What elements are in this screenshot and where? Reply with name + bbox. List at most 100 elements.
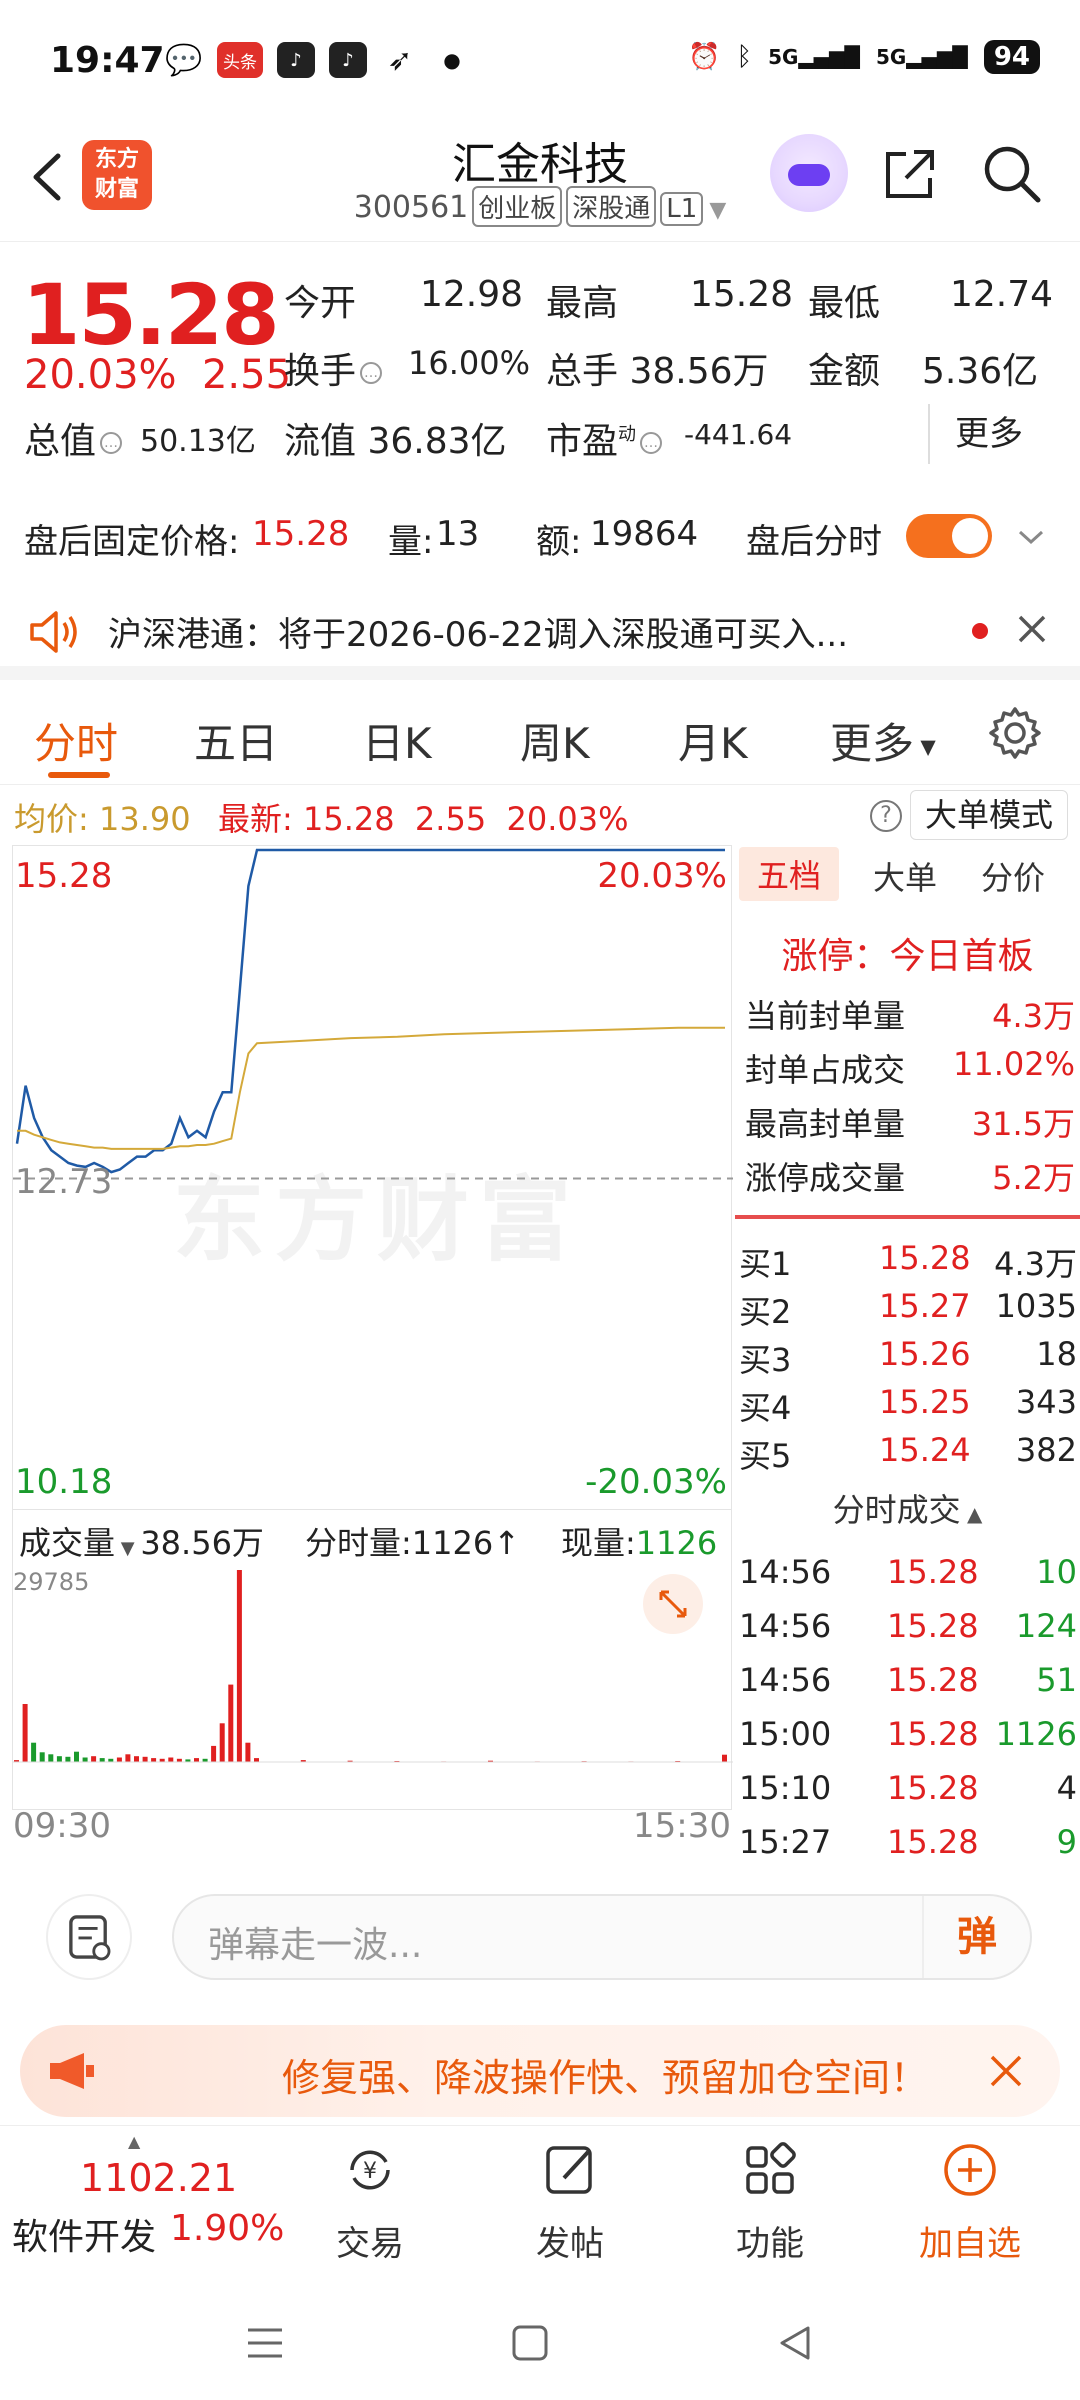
notice-bar[interactable]: 沪深港通：将于2026-06-22调入深股通可买入... <box>0 585 1080 680</box>
x-axis-start: 09:30 <box>13 1806 111 1846</box>
chevron-up-icon: ▲ <box>128 2132 141 2151</box>
promo-banner[interactable]: 修复强、降波操作快、预留加仓空间！ <box>20 2025 1060 2117</box>
tab-more[interactable]: 更多 ▼ <box>830 710 936 771</box>
timeshare-chart[interactable]: 东方财富 15.28 20.03% 12.73 10.18 -20.03% <box>12 845 733 1510</box>
divider <box>735 1215 1080 1219</box>
price-line <box>15 848 725 1174</box>
bid-label: 买5 <box>739 1437 792 1475</box>
volume-bar <box>194 1758 199 1762</box>
bid-qty: 343 <box>1015 1383 1077 1421</box>
low-value: 12.74 <box>950 274 1054 315</box>
gear-icon[interactable] <box>986 704 1044 762</box>
bid-row[interactable]: 买5 15.24 382 <box>739 1431 1077 1475</box>
info-icon[interactable]: … <box>100 432 123 454</box>
turnover-value: 16.00% <box>408 344 531 382</box>
ah-timeshare-label: 盘后分时 <box>746 522 882 562</box>
share-icon[interactable] <box>878 142 942 206</box>
tab-daily-k[interactable]: 日K <box>362 710 432 771</box>
seal-row: 最高封单量 31.5万 <box>745 1099 1075 1145</box>
bid-row[interactable]: 买3 15.26 18 <box>739 1335 1077 1379</box>
volume-value: 38.56万 <box>629 351 769 392</box>
volume-bar <box>142 1756 148 1762</box>
help-icon[interactable]: ? <box>870 800 902 832</box>
level-tag: L1 <box>660 192 704 226</box>
danmaku-settings-icon[interactable] <box>46 1894 132 1980</box>
grid-icon <box>746 2142 796 2194</box>
tick-time: 14:56 <box>739 1553 832 1591</box>
close-icon[interactable] <box>1014 611 1050 647</box>
volume-plot <box>13 1570 733 1763</box>
close-icon[interactable] <box>986 2051 1026 2091</box>
fixed-price-label: 盘后固定价格: <box>24 522 240 562</box>
chevron-down-icon[interactable] <box>1014 522 1048 552</box>
tick-price: 15.28 <box>887 1661 979 1699</box>
tab-big-orders[interactable]: 大单 <box>873 853 937 899</box>
battery-indicator: 94 <box>983 40 1040 74</box>
seal-value: 31.5万 <box>971 1105 1075 1143</box>
mcap-value: 50.13亿 <box>140 424 256 459</box>
tick-price: 15.28 <box>887 1823 979 1861</box>
turnover-stat: 换手… <box>284 342 383 394</box>
volume-bar <box>31 1742 37 1762</box>
info-icon[interactable]: … <box>360 362 383 384</box>
post-button[interactable]: 发帖 <box>500 2140 640 2265</box>
open-stat: 今开 <box>284 283 357 324</box>
volume-bar <box>48 1754 54 1762</box>
ticks-title[interactable]: 分时成交 ▲ <box>735 1485 1080 1531</box>
system-nav-bar <box>0 2280 1080 2400</box>
tick-row: 14:56 15.28 51 <box>739 1661 1077 1709</box>
seal-label: 最高封单量 <box>745 1105 906 1143</box>
volume-bar <box>116 1757 122 1762</box>
y-axis-mid-label: 12.73 <box>15 1162 113 1202</box>
plus-circle-icon <box>944 2144 996 2196</box>
bid-price: 15.27 <box>879 1287 971 1325</box>
volume-bar <box>228 1684 234 1762</box>
tick-price: 15.28 <box>887 1769 979 1807</box>
menu-icon[interactable] <box>240 2318 290 2368</box>
assistant-avatar[interactable] <box>770 134 848 212</box>
avg-value: 13.90 <box>98 800 191 838</box>
trade-button[interactable]: ¥ 交易 <box>300 2140 440 2265</box>
more-stats-button[interactable]: 更多 <box>928 404 1048 464</box>
latest-info: 最新: 15.28 2.55 20.03% <box>218 800 629 838</box>
bid-qty: 1035 <box>995 1287 1077 1325</box>
board-tag: 创业板 <box>472 186 563 227</box>
after-hours-toggle[interactable] <box>906 514 992 558</box>
stock-header: 东方财富 汇金科技 300561 创业板 深股通 L1 ▼ <box>0 120 1080 242</box>
x-axis-end: 15:30 <box>633 1806 731 1846</box>
mcap-stat: 总值… <box>24 412 123 464</box>
volume-chart[interactable]: 成交量 ▼ 38.56万 分时量:1126↑ 现量:1126 29785 09:… <box>12 1510 733 1846</box>
tab-timeshare[interactable]: 分时 <box>34 710 118 771</box>
functions-button[interactable]: 功能 <box>700 2140 840 2265</box>
home-icon[interactable] <box>505 2318 555 2368</box>
big-order-mode-button[interactable]: 大单模式 <box>910 790 1068 840</box>
danmaku-input[interactable]: 弹幕走一波... 弹 <box>172 1894 1032 1980</box>
speaker-icon <box>30 611 77 653</box>
bid-label: 买1 <box>739 1245 792 1283</box>
volume-bar <box>39 1752 45 1762</box>
bid-qty: 382 <box>1015 1431 1077 1469</box>
tab-five-levels[interactable]: 五档 <box>739 847 840 901</box>
info-icon[interactable]: … <box>640 432 663 454</box>
svg-text:¥: ¥ <box>363 2159 377 2184</box>
tab-monthly-k[interactable]: 月K <box>678 710 748 771</box>
ah-amt-value: 19864 <box>590 514 699 554</box>
danmaku-send-button[interactable]: 弹 <box>922 1896 1030 1978</box>
tab-weekly-k[interactable]: 周K <box>520 710 590 771</box>
tab-five-day[interactable]: 五日 <box>194 710 278 771</box>
add-watchlist-button[interactable]: 加自选 <box>900 2140 1040 2265</box>
bid-row[interactable]: 买1 15.28 4.3万 <box>739 1239 1077 1283</box>
trade-icon: ¥ <box>350 2150 390 2190</box>
bid-row[interactable]: 买2 15.27 1035 <box>739 1287 1077 1331</box>
seal-label: 封单占成交 <box>745 1051 906 1089</box>
bid-row[interactable]: 买4 15.25 343 <box>739 1383 1077 1427</box>
tick-time: 15:00 <box>739 1715 832 1753</box>
tab-price-distribution[interactable]: 分价 <box>981 853 1045 899</box>
search-icon[interactable] <box>980 142 1044 206</box>
index-name: 软件开发 <box>12 2217 157 2258</box>
bottom-toolbar: ▲ 1102.21 软件开发 1.90% ¥ 交易 发帖 功能 加自选 <box>0 2125 1080 2275</box>
dropdown-icon[interactable]: ▼ <box>709 198 726 223</box>
volume-bar <box>134 1756 139 1762</box>
volume-bar <box>211 1745 217 1762</box>
back-nav-icon[interactable] <box>770 2318 820 2368</box>
